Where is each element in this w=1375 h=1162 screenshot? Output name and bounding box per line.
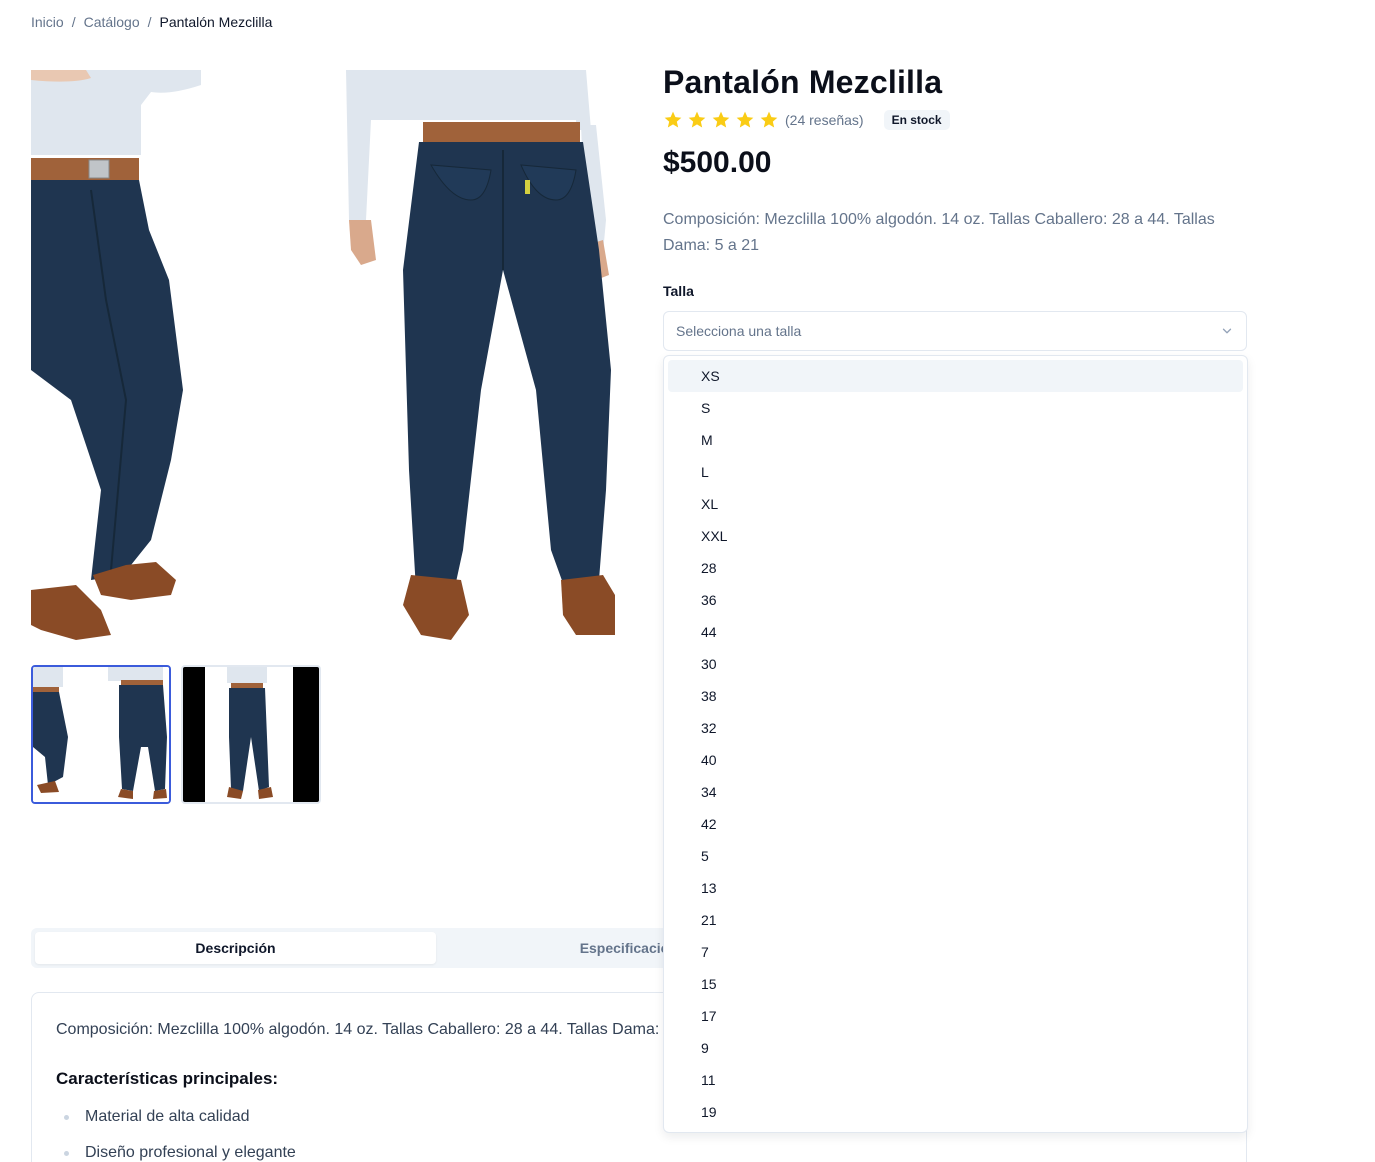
- thumbnail-1[interactable]: [31, 665, 171, 804]
- size-option-xs[interactable]: XS: [668, 360, 1243, 392]
- size-option-11[interactable]: 11: [668, 1064, 1243, 1096]
- size-option-17[interactable]: 17: [668, 1000, 1243, 1032]
- rating-stars: [663, 110, 779, 130]
- size-option-l[interactable]: L: [668, 456, 1243, 488]
- chevron-down-icon: [1222, 328, 1232, 334]
- review-count[interactable]: (24 reseñas): [785, 112, 864, 128]
- thumbnail-2[interactable]: [181, 665, 321, 804]
- size-dropdown: XS S M L XL XXL 28 36 44 30 38 32 40 34 …: [663, 355, 1248, 1133]
- size-option-34[interactable]: 34: [668, 776, 1243, 808]
- size-option-9[interactable]: 9: [668, 1032, 1243, 1064]
- tab-description[interactable]: Descripción: [35, 932, 436, 964]
- product-main-image: [31, 70, 615, 645]
- size-option-21[interactable]: 21: [668, 904, 1243, 936]
- bullet-icon: [64, 1114, 69, 1120]
- list-item: Diseño profesional y elegante: [56, 1135, 1222, 1162]
- breadcrumb-catalog-link[interactable]: Catálogo: [84, 14, 140, 30]
- size-select[interactable]: Selecciona una talla: [663, 311, 1247, 351]
- breadcrumb: Inicio / Catálogo / Pantalón Mezclilla: [31, 14, 272, 30]
- feature-text: Material de alta calidad: [85, 1108, 250, 1125]
- size-option-s[interactable]: S: [668, 392, 1243, 424]
- size-option-36[interactable]: 36: [668, 584, 1243, 616]
- size-option-xxl[interactable]: XXL: [668, 520, 1243, 552]
- size-option-13[interactable]: 13: [668, 872, 1243, 904]
- product-price: $500.00: [663, 146, 772, 179]
- size-label: Talla: [663, 283, 694, 299]
- size-option-5[interactable]: 5: [668, 840, 1243, 872]
- bullet-icon: [64, 1150, 69, 1156]
- size-option-42[interactable]: 42: [668, 808, 1243, 840]
- size-select-placeholder: Selecciona una talla: [676, 323, 802, 339]
- size-option-40[interactable]: 40: [668, 744, 1243, 776]
- size-option-19[interactable]: 19: [668, 1096, 1243, 1128]
- stock-badge: En stock: [883, 110, 950, 130]
- size-option-30[interactable]: 30: [668, 648, 1243, 680]
- size-option-28[interactable]: 28: [668, 552, 1243, 584]
- size-option-32[interactable]: 32: [668, 712, 1243, 744]
- feature-text: Diseño profesional y elegante: [85, 1144, 296, 1161]
- size-option-7[interactable]: 7: [668, 936, 1243, 968]
- breadcrumb-separator: /: [147, 14, 152, 30]
- rating-row: (24 reseñas) En stock: [663, 108, 950, 132]
- breadcrumb-separator: /: [71, 14, 76, 30]
- size-option-38[interactable]: 38: [668, 680, 1243, 712]
- product-title: Pantalón Mezclilla: [663, 64, 943, 100]
- size-option-m[interactable]: M: [668, 424, 1243, 456]
- star-icon: [688, 111, 706, 128]
- product-description: Composición: Mezclilla 100% algodón. 14 …: [663, 211, 1215, 254]
- thumbnail-list: [31, 665, 321, 804]
- breadcrumb-current: Pantalón Mezclilla: [159, 14, 273, 30]
- star-icon: [736, 111, 754, 128]
- star-icon: [760, 111, 778, 128]
- star-icon: [664, 111, 682, 128]
- star-icon: [712, 111, 730, 128]
- size-option-xl[interactable]: XL: [668, 488, 1243, 520]
- size-option-15[interactable]: 15: [668, 968, 1243, 1000]
- size-option-44[interactable]: 44: [668, 616, 1243, 648]
- breadcrumb-home-link[interactable]: Inicio: [31, 14, 64, 30]
